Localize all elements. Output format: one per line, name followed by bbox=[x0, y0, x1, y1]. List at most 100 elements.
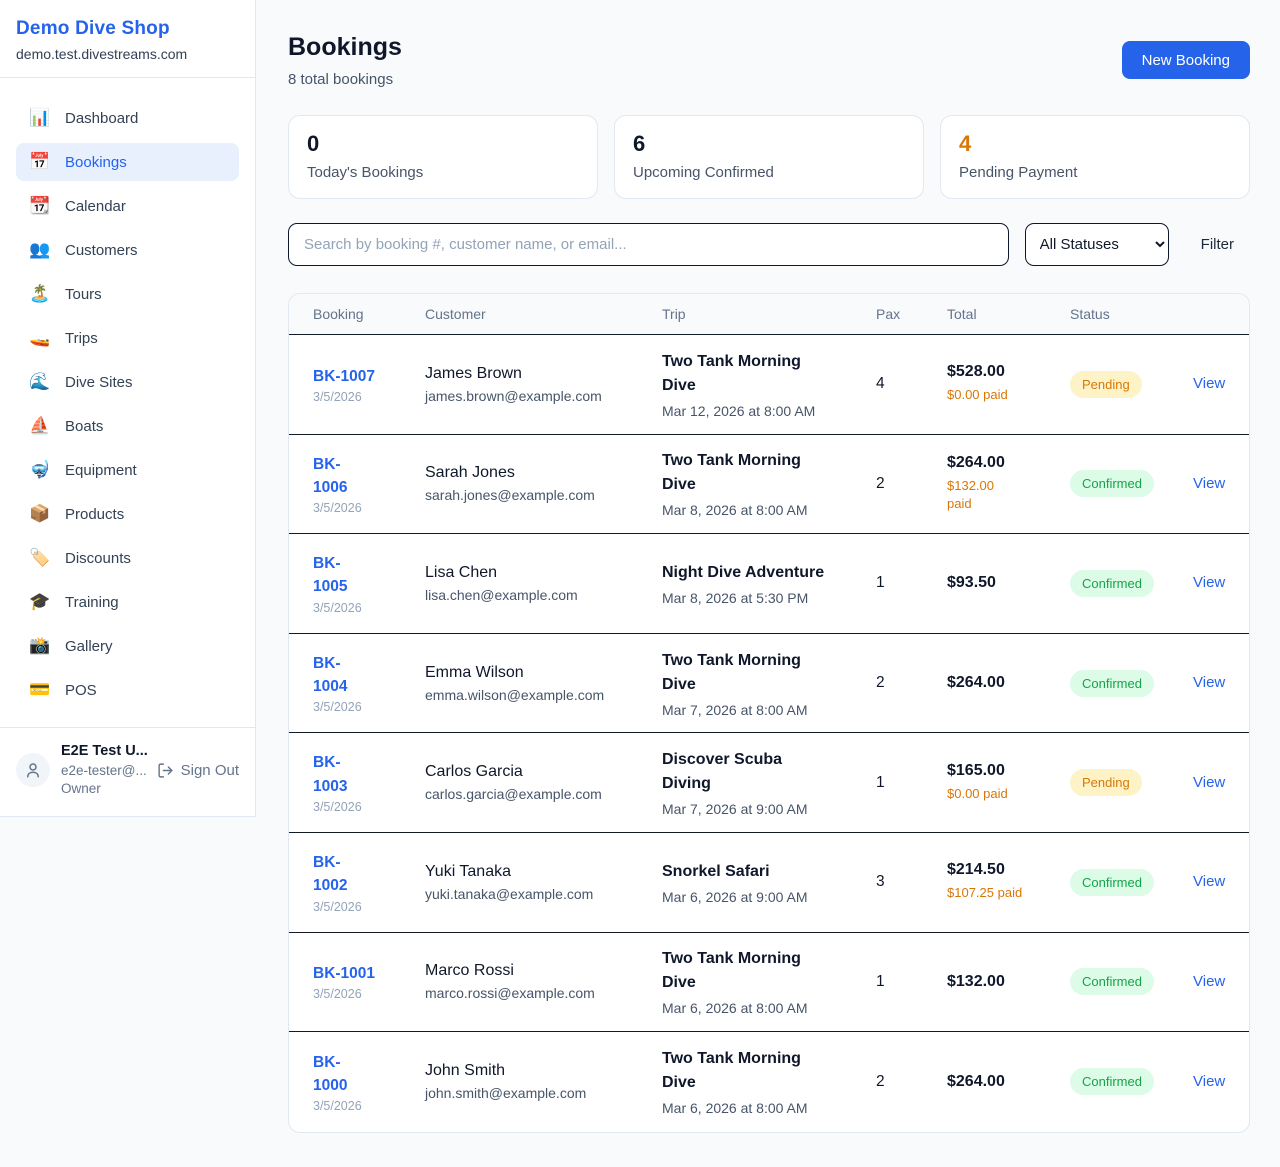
sidebar-item-icon: 🎓 bbox=[28, 592, 52, 612]
paid-amount: $0.00 paid bbox=[947, 785, 1070, 804]
page-title: Bookings bbox=[288, 33, 402, 62]
status-cell: Pending bbox=[1070, 371, 1193, 398]
booking-number-link[interactable]: BK- 1006 bbox=[313, 453, 347, 500]
sidebar-item-icon: 🤿 bbox=[28, 460, 52, 480]
booking-date: 3/5/2026 bbox=[313, 1099, 425, 1113]
customer-cell: James Brown james.brown@example.com bbox=[425, 365, 662, 404]
sidebar-item-icon: 🌊 bbox=[28, 372, 52, 392]
trip-datetime: Mar 6, 2026 at 8:00 AM bbox=[662, 1000, 876, 1016]
search-input[interactable] bbox=[288, 223, 1009, 266]
new-booking-button[interactable]: New Booking bbox=[1122, 41, 1250, 79]
trip-datetime: Mar 8, 2026 at 5:30 PM bbox=[662, 590, 876, 606]
page-title-block: Bookings 8 total bookings bbox=[288, 33, 402, 88]
sidebar-item-customers[interactable]: 👥 Customers bbox=[16, 231, 239, 269]
pax-cell: 4 bbox=[876, 375, 947, 393]
view-link[interactable]: View bbox=[1193, 475, 1225, 492]
pax-cell: 1 bbox=[876, 774, 947, 792]
sidebar-item-discounts[interactable]: 🏷️ Discounts bbox=[16, 539, 239, 577]
sidebar-item-equipment[interactable]: 🤿 Equipment bbox=[16, 451, 239, 489]
stat-value: 4 bbox=[959, 131, 1231, 157]
customer-cell: John Smith john.smith@example.com bbox=[425, 1062, 662, 1101]
customer-email: yuki.tanaka@example.com bbox=[425, 886, 662, 902]
trip-name: Two Tank Morning Dive bbox=[662, 449, 876, 497]
view-link[interactable]: View bbox=[1193, 1073, 1225, 1090]
customer-email: emma.wilson@example.com bbox=[425, 687, 662, 703]
brand-domain: demo.test.divestreams.com bbox=[16, 46, 239, 62]
sign-out-button[interactable]: Sign Out bbox=[157, 762, 239, 779]
booking-number-link[interactable]: BK- 1000 bbox=[313, 1051, 347, 1098]
table-row: BK-1007 3/5/2026 James Brown james.brown… bbox=[289, 335, 1249, 435]
booking-number-link[interactable]: BK-1001 bbox=[313, 962, 375, 985]
sidebar-item-pos[interactable]: 💳 POS bbox=[16, 671, 239, 709]
status-badge: Confirmed bbox=[1070, 869, 1154, 896]
user-role: Owner bbox=[61, 780, 146, 798]
customer-email: john.smith@example.com bbox=[425, 1085, 662, 1101]
sidebar-item-icon: 📅 bbox=[28, 152, 52, 172]
sidebar-item-dashboard[interactable]: 📊 Dashboard bbox=[16, 99, 239, 137]
trip-datetime: Mar 12, 2026 at 8:00 AM bbox=[662, 403, 876, 419]
sidebar-item-products[interactable]: 📦 Products bbox=[16, 495, 239, 533]
trip-cell: Two Tank Morning Dive Mar 6, 2026 at 8:0… bbox=[662, 1047, 876, 1116]
view-link[interactable]: View bbox=[1193, 674, 1225, 691]
booking-cell: BK- 1003 3/5/2026 bbox=[313, 751, 425, 814]
column-header-pax: Pax bbox=[876, 306, 947, 322]
pax-cell: 1 bbox=[876, 574, 947, 592]
sidebar-item-boats[interactable]: ⛵ Boats bbox=[16, 407, 239, 445]
customer-email: james.brown@example.com bbox=[425, 388, 662, 404]
bookings-table: Booking Customer Trip Pax Total Status B… bbox=[288, 293, 1250, 1133]
view-link[interactable]: View bbox=[1193, 873, 1225, 890]
customer-name: James Brown bbox=[425, 365, 662, 383]
user-info: E2E Test U... e2e-tester@... Owner bbox=[61, 742, 146, 798]
sidebar-item-label: Dive Sites bbox=[65, 374, 133, 391]
view-link[interactable]: View bbox=[1193, 973, 1225, 990]
trip-name: Discover Scuba Diving bbox=[662, 748, 876, 796]
app-root: Demo Dive Shop demo.test.divestreams.com… bbox=[0, 0, 1280, 1167]
sidebar-item-tours[interactable]: 🏝️ Tours bbox=[16, 275, 239, 313]
sidebar-item-calendar[interactable]: 📆 Calendar bbox=[16, 187, 239, 225]
customer-name: Lisa Chen bbox=[425, 564, 662, 582]
status-badge: Confirmed bbox=[1070, 1068, 1154, 1095]
sidebar-item-gallery[interactable]: 📸 Gallery bbox=[16, 627, 239, 665]
booking-number-link[interactable]: BK- 1002 bbox=[313, 851, 347, 898]
actions-cell: View bbox=[1193, 873, 1233, 891]
customer-cell: Emma Wilson emma.wilson@example.com bbox=[425, 664, 662, 703]
status-select[interactable]: All Statuses bbox=[1025, 223, 1169, 266]
view-link[interactable]: View bbox=[1193, 774, 1225, 791]
sidebar-item-icon: 🏝️ bbox=[28, 284, 52, 304]
booking-number-link[interactable]: BK- 1004 bbox=[313, 652, 347, 699]
sidebar-item-label: Tours bbox=[65, 286, 102, 303]
brand-header: Demo Dive Shop demo.test.divestreams.com bbox=[0, 0, 255, 78]
sidebar-item-bookings[interactable]: 📅 Bookings bbox=[16, 143, 239, 181]
booking-number-link[interactable]: BK- 1005 bbox=[313, 552, 347, 599]
total-amount: $528.00 bbox=[947, 363, 1070, 381]
booking-number-link[interactable]: BK-1007 bbox=[313, 365, 375, 388]
page-header: Bookings 8 total bookings New Booking bbox=[288, 33, 1250, 88]
trip-name: Night Dive Adventure bbox=[662, 561, 876, 585]
status-badge: Confirmed bbox=[1070, 670, 1154, 697]
status-badge: Confirmed bbox=[1070, 470, 1154, 497]
total-cell: $132.00 bbox=[947, 973, 1070, 991]
sidebar-item-trips[interactable]: 🚤 Trips bbox=[16, 319, 239, 357]
status-cell: Confirmed bbox=[1070, 570, 1193, 597]
total-amount: $132.00 bbox=[947, 973, 1070, 991]
sidebar: Demo Dive Shop demo.test.divestreams.com… bbox=[0, 0, 256, 817]
status-cell: Confirmed bbox=[1070, 470, 1193, 497]
trip-name: Two Tank Morning Dive bbox=[662, 649, 876, 697]
customer-cell: Sarah Jones sarah.jones@example.com bbox=[425, 464, 662, 503]
view-link[interactable]: View bbox=[1193, 375, 1225, 392]
actions-cell: View bbox=[1193, 574, 1233, 592]
sidebar-nav: 📊 Dashboard 📅 Bookings 📆 Calendar 👥 Cust… bbox=[0, 78, 255, 727]
view-link[interactable]: View bbox=[1193, 574, 1225, 591]
booking-number-link[interactable]: BK- 1003 bbox=[313, 751, 347, 798]
booking-date: 3/5/2026 bbox=[313, 987, 425, 1001]
sidebar-item-label: Trips bbox=[65, 330, 98, 347]
sidebar-item-training[interactable]: 🎓 Training bbox=[16, 583, 239, 621]
column-header-booking: Booking bbox=[313, 306, 425, 322]
sidebar-item-dive-sites[interactable]: 🌊 Dive Sites bbox=[16, 363, 239, 401]
sidebar-item-icon: 📸 bbox=[28, 636, 52, 656]
column-header-trip: Trip bbox=[662, 306, 876, 322]
filter-button[interactable]: Filter bbox=[1185, 236, 1250, 253]
status-cell: Confirmed bbox=[1070, 869, 1193, 896]
trip-cell: Night Dive Adventure Mar 8, 2026 at 5:30… bbox=[662, 561, 876, 606]
actions-cell: View bbox=[1193, 375, 1233, 393]
